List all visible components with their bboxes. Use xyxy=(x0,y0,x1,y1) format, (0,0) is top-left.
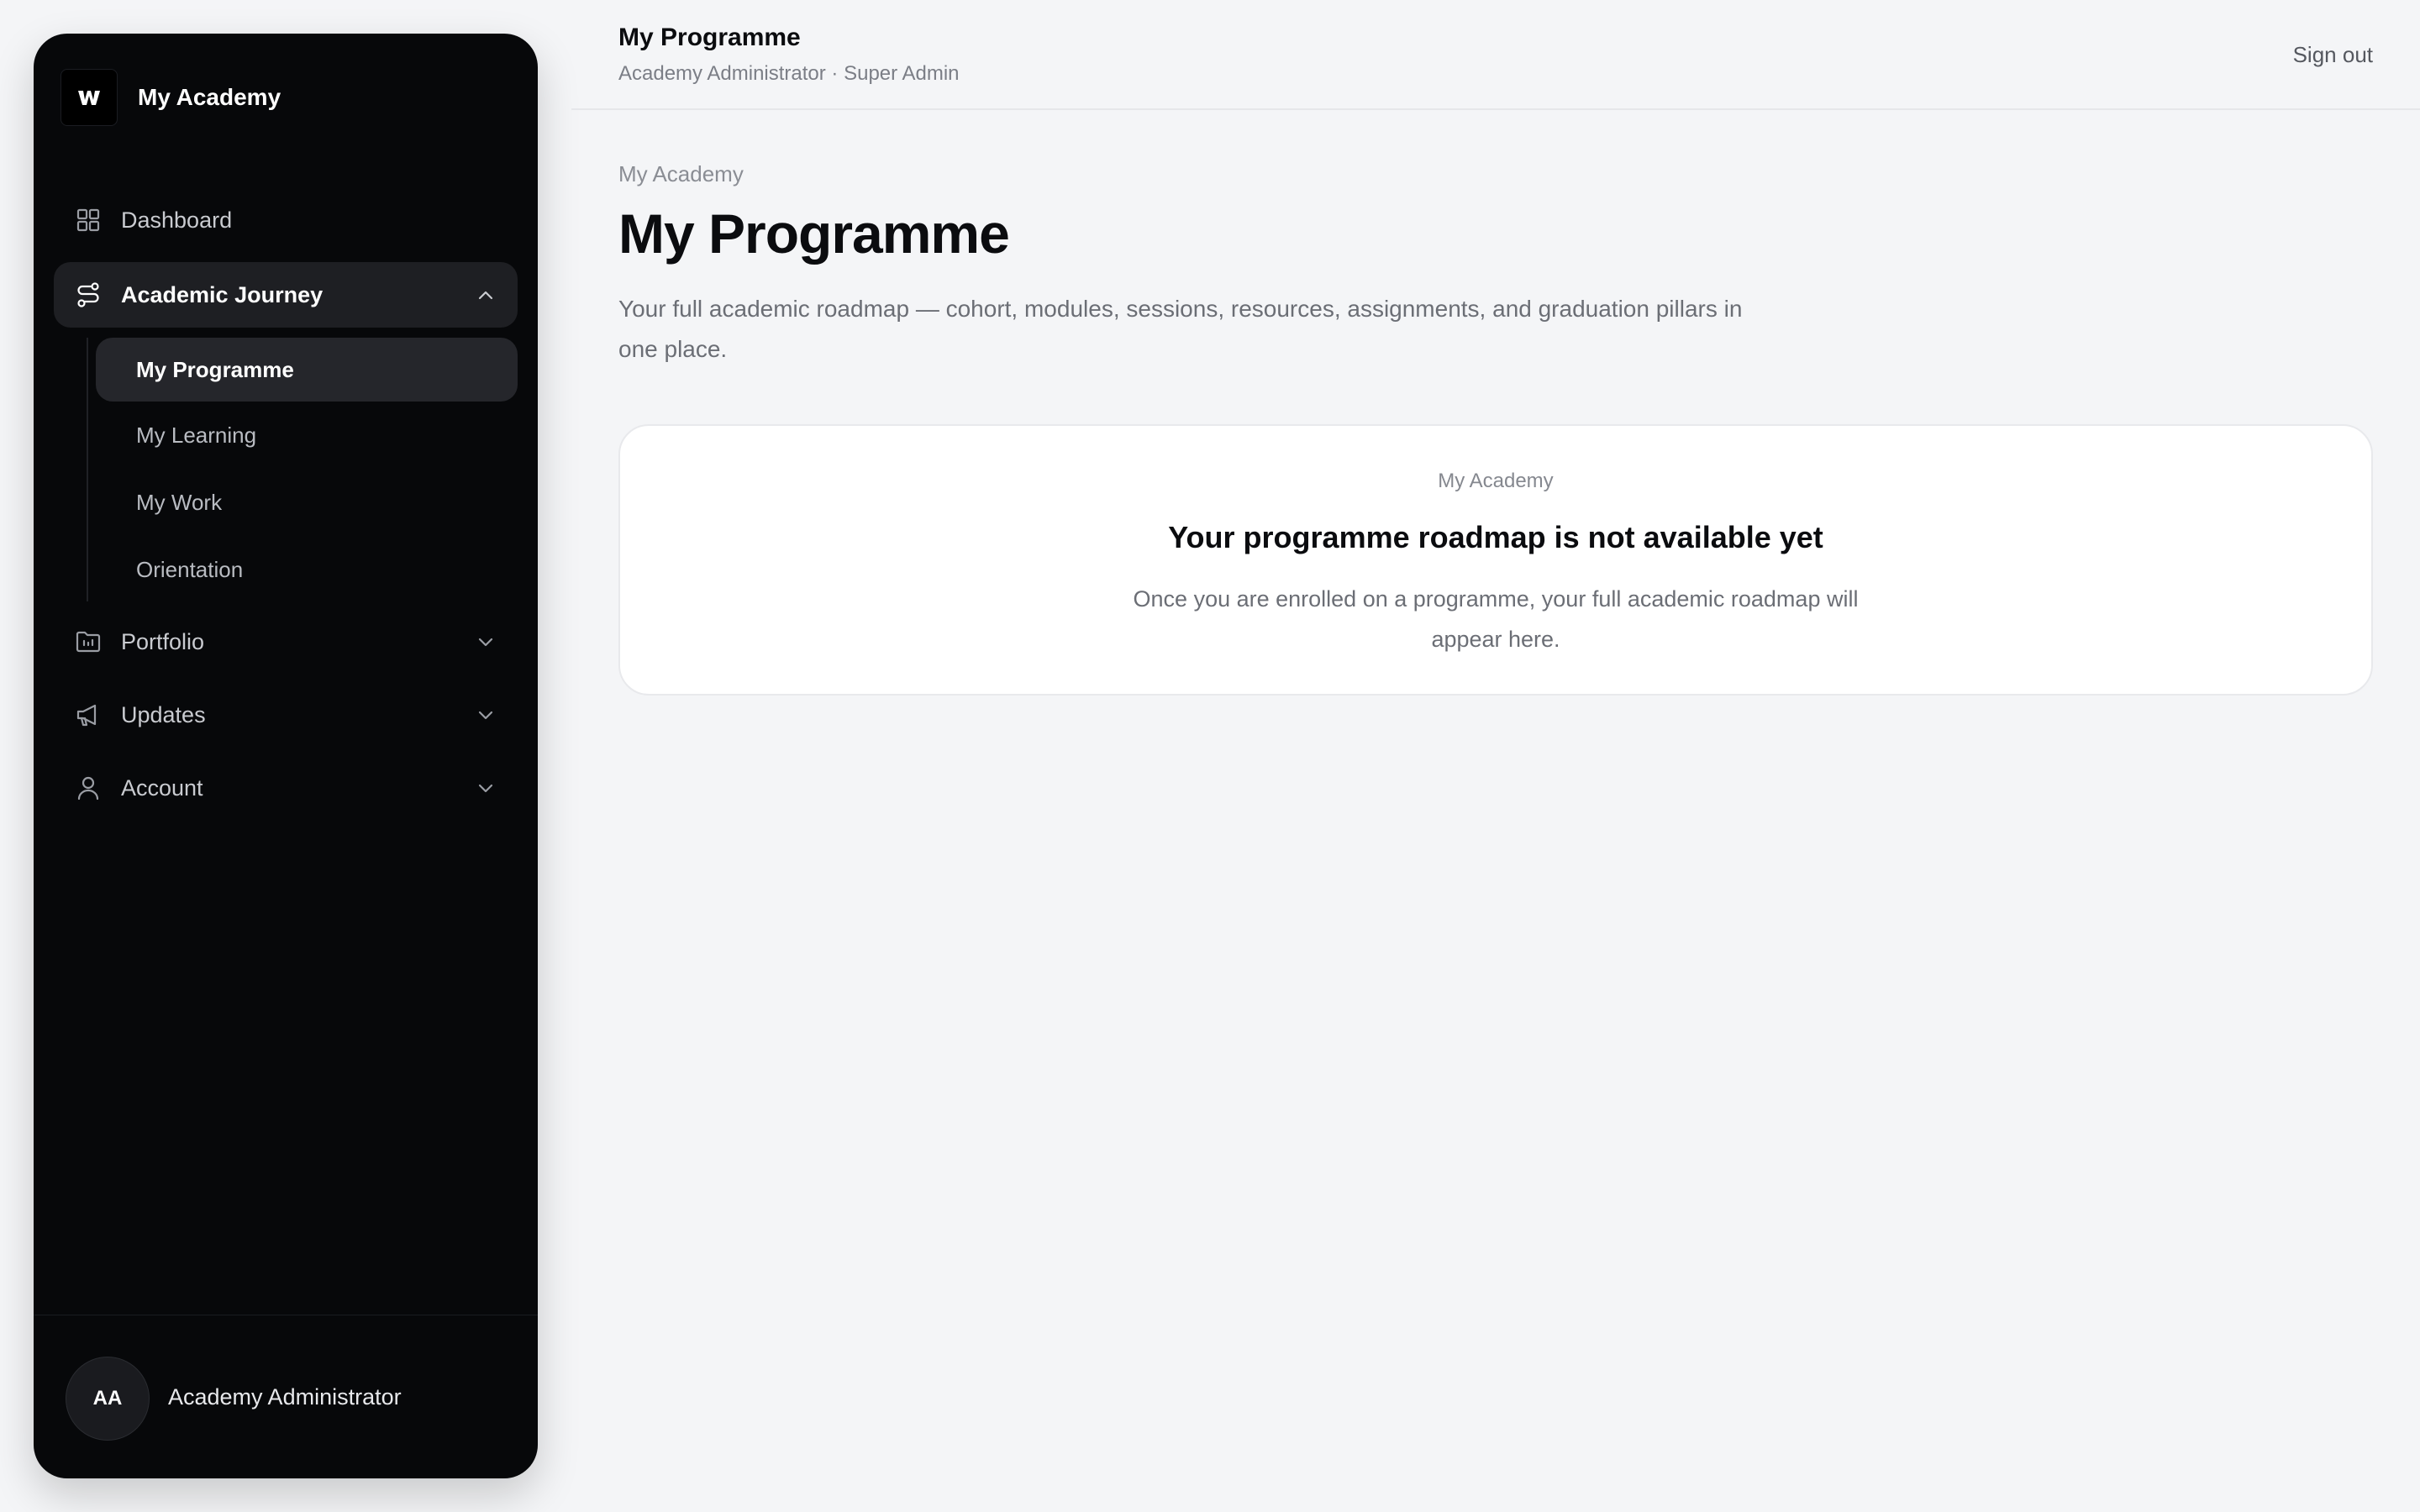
empty-state-card: My Academy Your programme roadmap is not… xyxy=(618,424,2373,696)
folder-icon xyxy=(74,627,103,656)
empty-state-body: Once you are enrolled on a programme, yo… xyxy=(1133,586,1859,652)
page-description: Your full academic roadmap — cohort, mod… xyxy=(618,296,1743,362)
nav-academic-journey-label: Academic Journey xyxy=(121,281,324,307)
user-icon xyxy=(74,774,103,802)
nav-dashboard[interactable]: Dashboard xyxy=(54,187,518,253)
brand-logo-icon xyxy=(60,69,118,126)
chevron-up-icon[interactable] xyxy=(476,285,496,305)
chevron-down-icon[interactable] xyxy=(476,632,496,652)
header-subtitle: Academy Administrator · Super Admin xyxy=(618,62,960,85)
sub-item-label: My Programme xyxy=(136,356,294,382)
route-icon xyxy=(74,281,103,309)
sub-item-label: My Learning xyxy=(136,422,257,448)
nav-dashboard-label: Dashboard xyxy=(121,207,233,233)
avatar[interactable]: AA xyxy=(66,1357,150,1441)
nav-portfolio[interactable]: Portfolio xyxy=(54,609,518,675)
sidebar: My Academy Dashboard Academic Journey My… xyxy=(34,34,538,1478)
nav-academic-journey[interactable]: Academic Journey xyxy=(54,262,518,328)
sub-item-my-learning[interactable]: My Learning xyxy=(96,403,518,467)
sub-item-my-programme[interactable]: My Programme xyxy=(96,338,518,402)
grid-icon xyxy=(74,206,103,234)
breadcrumb: My Academy xyxy=(618,161,744,186)
header-title: My Programme xyxy=(618,24,801,51)
sign-out-button[interactable]: Sign out xyxy=(2293,42,2373,68)
nav-updates-label: Updates xyxy=(121,701,206,727)
sub-item-my-work[interactable]: My Work xyxy=(96,470,518,534)
top-bar: My Programme Academy Administrator · Sup… xyxy=(571,0,2420,110)
chevron-down-icon[interactable] xyxy=(476,778,496,798)
brand[interactable]: My Academy xyxy=(60,69,281,126)
megaphone-icon xyxy=(74,701,103,729)
brand-name: My Academy xyxy=(138,84,281,110)
empty-state-title: Your programme roadmap is not available … xyxy=(1168,520,1823,554)
sub-item-orientation[interactable]: Orientation xyxy=(96,538,518,601)
nav-portfolio-label: Portfolio xyxy=(121,628,205,654)
nav-updates[interactable]: Updates xyxy=(54,682,518,748)
nav-account[interactable]: Account xyxy=(54,755,518,821)
nav-account-label: Account xyxy=(121,774,203,801)
empty-state-kicker: My Academy xyxy=(1438,470,1554,492)
chevron-down-icon[interactable] xyxy=(476,705,496,725)
submenu-guide-line xyxy=(87,338,88,601)
sub-item-label: My Work xyxy=(136,489,223,515)
sub-item-label: Orientation xyxy=(136,556,244,582)
user-name[interactable]: Academy Administrator xyxy=(168,1384,402,1410)
page-title: My Programme xyxy=(618,202,1010,265)
